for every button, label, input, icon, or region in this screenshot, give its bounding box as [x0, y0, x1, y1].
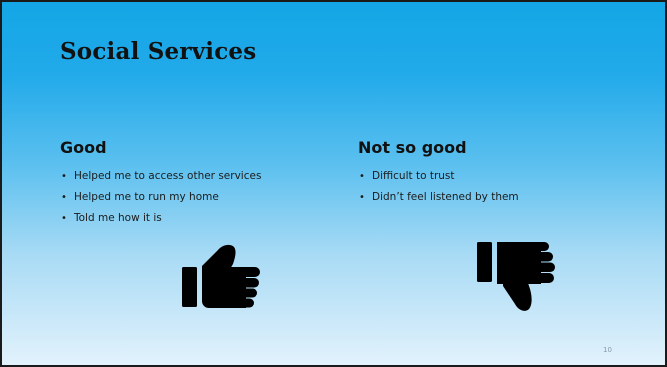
not-so-good-list: Difficult to trust Didn’t feel listened … — [358, 170, 658, 204]
list-item: Difficult to trust — [358, 170, 658, 183]
good-list: Helped me to access other services Helpe… — [60, 170, 360, 225]
list-item: Helped me to run my home — [60, 191, 360, 204]
thumbs-up-icon — [182, 244, 260, 308]
not-so-good-heading: Not so good — [358, 138, 467, 157]
slide-title: Social Services — [60, 38, 257, 65]
good-heading: Good — [60, 138, 107, 157]
list-item: Didn’t feel listened by them — [358, 191, 658, 204]
list-item: Told me how it is — [60, 212, 360, 225]
thumbs-down-icon — [477, 242, 555, 311]
page-number: 10 — [603, 346, 612, 354]
list-item: Helped me to access other services — [60, 170, 360, 183]
slide: Social Services Good Helped me to access… — [0, 0, 667, 367]
not-so-good-column: Not so good Difficult to trust Didn’t fe… — [358, 138, 658, 212]
good-column: Good Helped me to access other services … — [60, 138, 360, 233]
